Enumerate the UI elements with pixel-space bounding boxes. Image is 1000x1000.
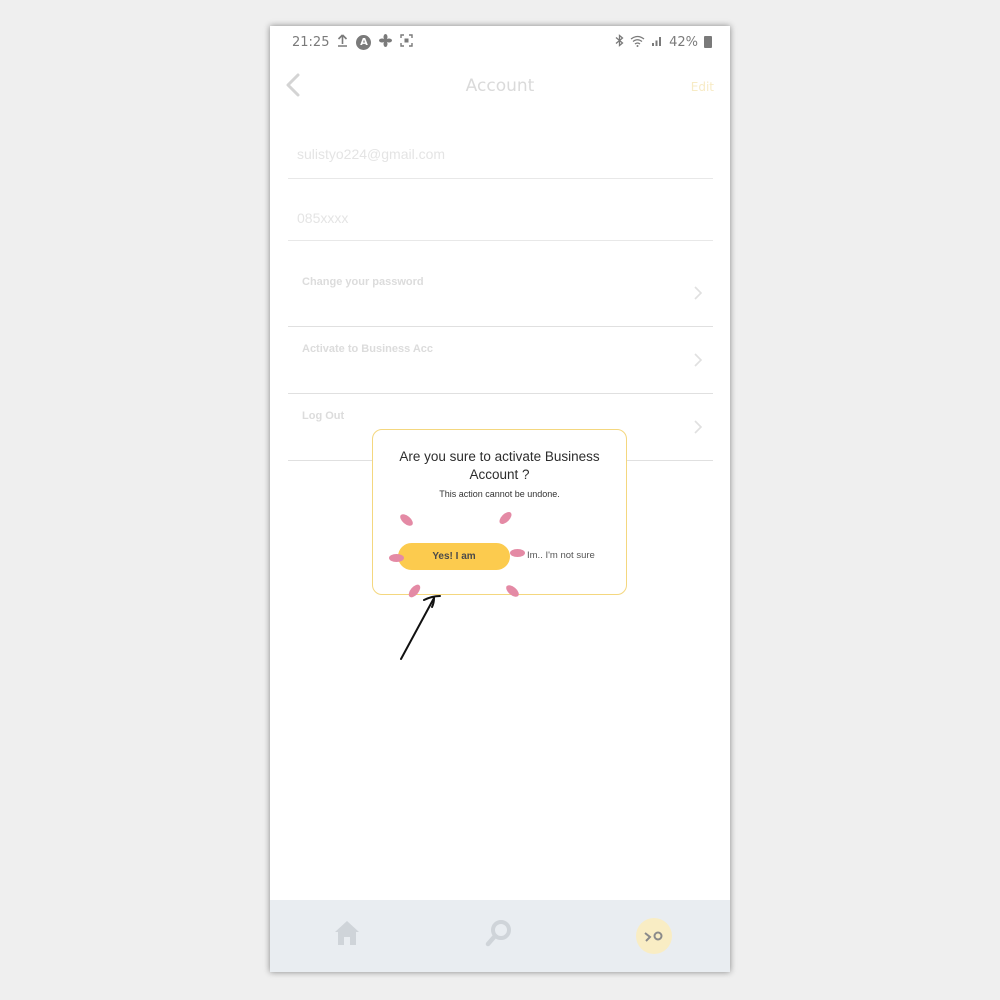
profile-avatar-icon xyxy=(644,931,663,942)
account-screen: 21:25 A 42% Account Edit sulistyo224@gma… xyxy=(270,26,730,972)
nav-home[interactable] xyxy=(332,918,366,952)
bottom-navigation xyxy=(270,900,730,972)
cancel-button[interactable]: Im.. I'm not sure xyxy=(527,550,595,561)
confirm-dialog: Are you sure to activate Business Accoun… xyxy=(372,429,627,600)
pointer-arrow-icon xyxy=(400,595,441,660)
search-icon xyxy=(485,920,511,947)
sparkle-mark xyxy=(398,512,415,528)
sparkle-mark xyxy=(510,549,525,557)
dialog-subtitle: This action cannot be undone. xyxy=(439,489,560,499)
phone-frame: 21:25 A 42% Account Edit sulistyo224@gma… xyxy=(270,26,730,972)
sparkle-mark xyxy=(389,554,404,562)
nav-search[interactable] xyxy=(484,918,518,952)
sparkle-mark xyxy=(497,509,514,527)
home-icon xyxy=(335,921,359,945)
nav-profile[interactable] xyxy=(636,918,672,954)
dialog-title: Are you sure to activate Business Accoun… xyxy=(399,449,600,482)
confirm-button[interactable]: Yes! I am xyxy=(398,543,510,570)
